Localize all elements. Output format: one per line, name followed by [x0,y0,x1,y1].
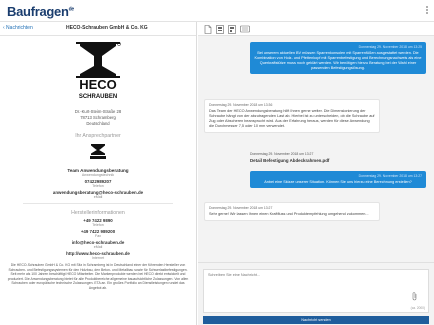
divider [23,203,173,204]
message-outgoing: Donnerstag 29. November 2018 um 13:25 Be… [250,42,426,74]
contact-role: Anwendungstechnik [81,173,115,177]
message-incoming: Donnerstag 29. November 2018 um 13:36 Da… [204,99,380,133]
send-message-button[interactable]: Nachricht senden [203,316,429,324]
company-header-name: HECO-Schrauben GmbH & Co. KG [66,25,148,31]
message-timestamp: Donnerstag 29. November 2018 um 13:25 [358,45,422,49]
message-text: Sehr gerne! Wir lassen Ihnen einen Kraft… [209,212,369,216]
message-text: Anbei eine Skizze unserer Situation. Kön… [264,180,412,184]
message-outgoing: Donnerstag 29. November 2018 um 13:27 An… [250,171,426,188]
address-line: Deutschland [86,121,110,126]
message-timestamp: Donnerstag 29. November 2018 um 13:27 [358,174,422,178]
company-address: Dr.-Kurt-Steim-Straße 28 78713 Schramber… [0,109,196,127]
message-attachment[interactable]: Donnerstag 29. November 2018 um 13:27 De… [250,152,410,163]
heco-logo-text: HECO [79,77,117,92]
heco-logo-subtext: SCHRAUBEN [79,94,117,100]
firm-email-label: eMail [93,245,103,249]
message-list: Donnerstag 29. November 2018 um 13:25 Be… [198,36,434,262]
top-bar: Baufragende [0,0,434,22]
menu-icon[interactable] [426,6,430,14]
company-panel: ‹ Nachrichten HECO-Schrauben GmbH & Co. … [0,22,197,325]
message-text: Das Team der HECO Anwendungsberatung hil… [209,109,375,128]
company-description: Die HECO-Schrauben GmbH & Co. KG mit Sit… [7,263,189,290]
back-to-messages-link[interactable]: ‹ Nachrichten [3,25,33,31]
company-info: HECO SCHRAUBEN Dr.-Kurt-Steim-Straße 28 … [0,36,196,291]
video-icon[interactable] [228,25,236,34]
phone-icon[interactable] [216,25,224,34]
company-panel-header: ‹ Nachrichten HECO-Schrauben GmbH & Co. … [0,22,196,36]
conversation-panel: Donnerstag 29. November 2018 um 13:25 Be… [198,22,434,325]
contact-section-title: Ihr Ansprechpartner [75,133,121,139]
compose-box: (ca. 2000) [203,269,429,313]
conversation-toolbar [198,22,434,36]
firm-section-title: Herstellerinformationen [71,210,125,216]
contact-phone-label: Telefon [92,184,104,188]
message-timestamp: Donnerstag 29. November 2018 um 13:27 [209,206,273,210]
app-logo-text: Baufragen [7,4,69,19]
app-logo[interactable]: Baufragende [7,4,74,19]
message-input[interactable] [204,270,428,312]
contact-email-label: eMail [93,195,103,199]
message-incoming: Donnerstag 29. November 2018 um 13:27 Se… [204,202,380,221]
message-timestamp: Donnerstag 29. November 2018 um 13:36 [209,103,273,107]
app-logo-suffix: de [68,6,75,13]
firm-fax-label: Fax [95,234,101,238]
compose-area: (ca. 2000) Nachricht senden [198,262,434,325]
message-text: Bei unserem aktuellen BV müssen Sparrenk… [254,51,422,70]
chat-bubble-icon[interactable] [240,25,250,34]
paperclip-icon[interactable] [411,292,418,301]
heco-logo: HECO SCHRAUBEN [76,42,121,100]
contact-logo [90,144,106,159]
document-icon[interactable] [204,25,212,34]
attachment-filename[interactable]: Detail Befestigung Abdeckrahmen.pdf [250,158,410,163]
message-timestamp: Donnerstag 29. November 2018 um 13:27 [250,152,314,156]
firm-phone-label: Telefon [92,223,104,227]
character-count: (ca. 2000) [410,306,425,310]
